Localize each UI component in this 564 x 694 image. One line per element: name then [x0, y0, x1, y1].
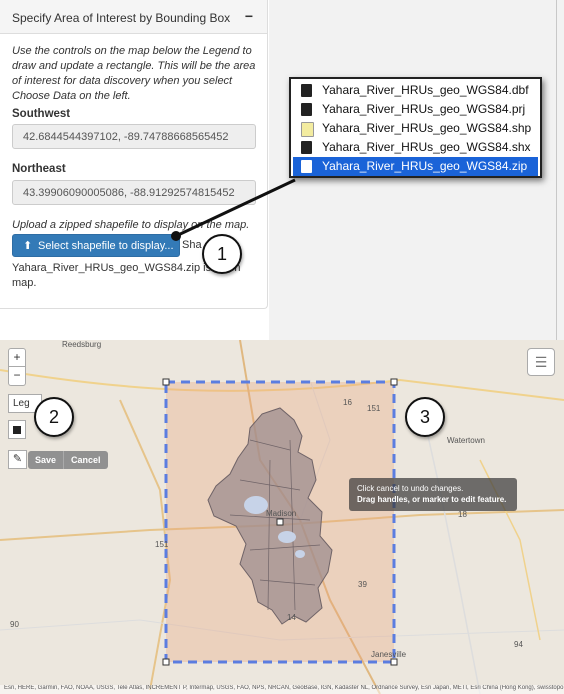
- file-item-shx[interactable]: Yahara_River_HRUs_geo_WGS84.shx: [293, 138, 538, 157]
- file-name: Yahara_River_HRUs_geo_WGS84.prj: [322, 102, 526, 116]
- route-label: 16: [343, 398, 352, 407]
- finder-file-list: Yahara_River_HRUs_geo_WGS84.dbf Yahara_R…: [289, 77, 542, 178]
- route-label: 94: [514, 640, 523, 649]
- edit-layers-button[interactable]: ✎: [8, 450, 27, 469]
- file-item-shp[interactable]: Yahara_River_HRUs_geo_WGS84.shp: [293, 119, 538, 138]
- zip-file-icon: [301, 160, 312, 173]
- route-label: 151: [155, 540, 169, 549]
- place-label: Watertown: [447, 436, 485, 445]
- callout-3: 3: [405, 397, 445, 437]
- document-icon: [301, 141, 312, 154]
- map-attribution: Esri, HERE, Garmin, FAO, NOAA, USGS, Tel…: [0, 685, 564, 694]
- route-label: 18: [458, 510, 467, 519]
- top-area: Specify Area of Interest by Bounding Box…: [0, 0, 564, 340]
- callout-2: 2: [34, 397, 74, 437]
- edit-toolbar: Save Cancel: [28, 451, 108, 469]
- file-name: Yahara_River_HRUs_geo_WGS84.dbf: [322, 83, 529, 97]
- draw-rectangle-button[interactable]: [8, 420, 26, 439]
- lake-mendota: [244, 496, 268, 514]
- map[interactable]: Reedsburg Watertown Madison Janesville 1…: [0, 340, 564, 694]
- document-icon: [301, 103, 312, 116]
- route-label: 14: [287, 613, 296, 622]
- route-label: 90: [10, 620, 19, 629]
- file-item-prj[interactable]: Yahara_River_HRUs_geo_WGS84.prj: [293, 100, 538, 119]
- cancel-button[interactable]: Cancel: [63, 451, 108, 469]
- file-name: Yahara_River_HRUs_geo_WGS84.shp: [322, 121, 532, 135]
- document-icon: [301, 84, 312, 97]
- file-name: Yahara_River_HRUs_geo_WGS84.zip: [322, 159, 528, 173]
- zoom-in-button[interactable]: +: [8, 348, 26, 367]
- layers-icon: ☰: [534, 354, 548, 370]
- file-item-zip[interactable]: Yahara_River_HRUs_geo_WGS84.zip: [293, 157, 538, 176]
- zoom-out-button[interactable]: −: [8, 367, 26, 386]
- document-icon: [301, 122, 314, 137]
- tooltip-line-1: Click cancel to undo changes.: [357, 484, 464, 493]
- route-label: 151: [367, 404, 381, 413]
- tooltip-line-2: Drag handles, or marker to edit feature.: [357, 495, 507, 504]
- save-button[interactable]: Save: [28, 451, 63, 469]
- place-label: Janesville: [371, 650, 407, 659]
- lake-waubesa: [295, 550, 305, 558]
- edit-icon: ✎: [12, 453, 23, 465]
- file-name: Yahara_River_HRUs_geo_WGS84.shx: [322, 140, 531, 154]
- edit-tooltip: Click cancel to undo changes. Drag handl…: [349, 478, 517, 511]
- file-item-dbf[interactable]: Yahara_River_HRUs_geo_WGS84.dbf: [293, 81, 538, 100]
- rectangle-icon: [13, 426, 21, 434]
- lake-monona: [278, 531, 296, 543]
- route-label: 39: [358, 580, 367, 589]
- callout-1: 1: [202, 234, 242, 274]
- place-label: Madison: [266, 509, 297, 518]
- layers-button[interactable]: ☰: [527, 348, 555, 376]
- place-label: Reedsburg: [62, 340, 102, 349]
